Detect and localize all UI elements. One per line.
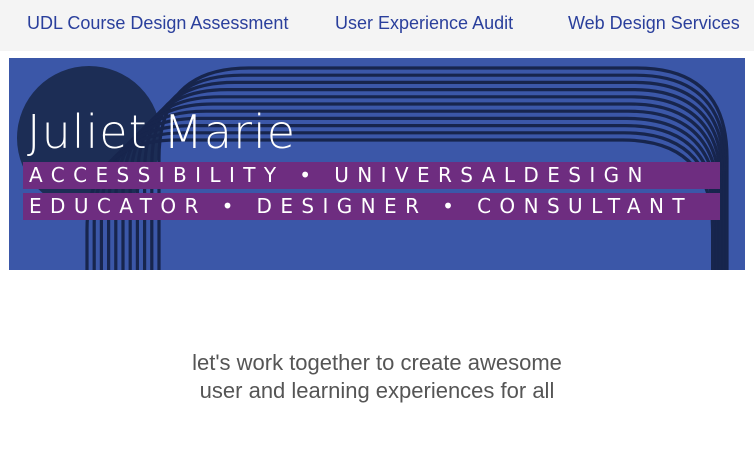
nav-link-udl-course-design-assessment[interactable]: UDL Course Design Assessment [27, 13, 288, 34]
banner-name: Juliet Marie [27, 105, 297, 159]
tagline-line-1: let's work together to create awesome [192, 350, 562, 375]
nav-link-user-experience-audit[interactable]: User Experience Audit [335, 13, 513, 34]
nav-link-web-design-services[interactable]: Web Design Services [568, 13, 740, 34]
top-navigation: UDL Course Design Assessment User Experi… [0, 0, 754, 51]
banner-tagline-roles: EDUCATOR • DESIGNER • CONSULTANT [23, 193, 720, 220]
tagline-line-2: user and learning experiences for all [199, 378, 555, 403]
hero-banner: Juliet Marie ACCESSIBILITY • UNIVERSALDE… [9, 58, 745, 270]
banner-tagline-accessibility: ACCESSIBILITY • UNIVERSALDESIGN [23, 162, 720, 189]
hero-tagline: let's work together to create awesome us… [0, 349, 754, 405]
